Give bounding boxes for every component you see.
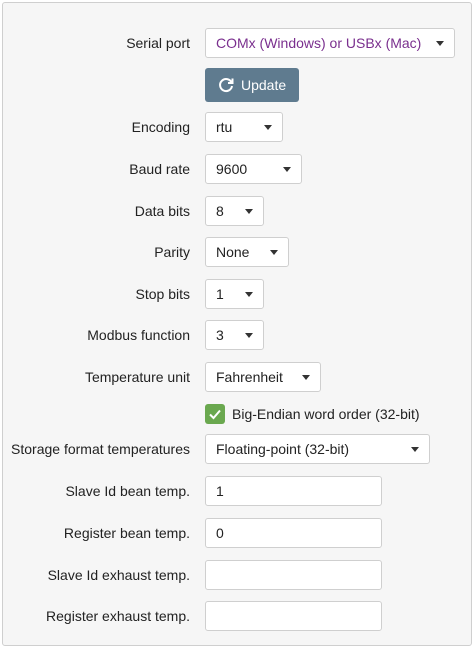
parity-row: Parity None [3,237,471,267]
baud-rate-row: Baud rate 9600 [3,154,471,184]
serial-port-select[interactable]: COMx (Windows) or USBx (Mac) [205,28,455,58]
parity-value: None [216,244,250,260]
update-button-label: Update [241,77,287,93]
update-button[interactable]: Update [205,68,299,102]
stop-bits-row: Stop bits 1 [3,279,471,309]
register-bean-row: Register bean temp. 0 [3,518,471,548]
register-exhaust-row: Register exhaust temp. [3,601,471,631]
serial-port-value: COMx (Windows) or USBx (Mac) [216,35,422,51]
register-exhaust-label: Register exhaust temp. [46,608,190,624]
encoding-value: rtu [216,119,233,135]
encoding-select[interactable]: rtu [205,112,283,142]
storage-format-row: Storage format temperatures Floating-poi… [3,434,471,464]
chevron-down-icon [264,125,272,130]
checkmark-icon [209,409,221,420]
temperature-unit-select[interactable]: Fahrenheit [205,362,321,392]
register-exhaust-input[interactable] [205,601,382,631]
big-endian-label: Big-Endian word order (32-bit) [232,406,420,422]
data-bits-label: Data bits [134,203,190,219]
slave-id-bean-row: Slave Id bean temp. 1 [3,476,471,506]
temperature-unit-row: Temperature unit Fahrenheit [3,362,471,392]
slave-id-bean-label: Slave Id bean temp. [65,483,190,499]
chevron-down-icon [436,41,444,46]
chevron-down-icon [245,209,253,214]
chevron-down-icon [245,292,253,297]
storage-format-value: Floating-point (32-bit) [216,441,350,457]
encoding-row: Encoding rtu [3,112,471,142]
slave-id-bean-input[interactable]: 1 [205,476,382,506]
chevron-down-icon [245,333,253,338]
temperature-unit-value: Fahrenheit [216,369,283,385]
chevron-down-icon [270,250,278,255]
refresh-icon [219,78,234,93]
slave-id-bean-value: 1 [216,483,224,499]
data-bits-select[interactable]: 8 [205,196,264,226]
register-bean-value: 0 [216,525,224,541]
storage-format-label: Storage format temperatures [11,441,190,457]
stop-bits-select[interactable]: 1 [205,279,264,309]
storage-format-select[interactable]: Floating-point (32-bit) [205,434,430,464]
parity-label: Parity [154,244,190,260]
slave-id-exhaust-input[interactable] [205,560,382,590]
big-endian-checkbox[interactable] [205,404,225,424]
baud-rate-label: Baud rate [129,161,190,177]
slave-id-exhaust-row: Slave Id exhaust temp. [3,560,471,590]
stop-bits-value: 1 [216,286,224,302]
register-bean-input[interactable]: 0 [205,518,382,548]
data-bits-value: 8 [216,203,224,219]
slave-id-exhaust-label: Slave Id exhaust temp. [47,567,190,583]
modbus-function-label: Modbus function [87,327,190,343]
modbus-function-value: 3 [216,327,224,343]
settings-panel: Serial port COMx (Windows) or USBx (Mac)… [2,2,472,646]
parity-select[interactable]: None [205,237,289,267]
register-bean-label: Register bean temp. [63,525,190,541]
baud-rate-value: 9600 [216,161,248,177]
temperature-unit-label: Temperature unit [84,369,190,385]
chevron-down-icon [302,375,310,380]
modbus-function-select[interactable]: 3 [205,320,264,350]
baud-rate-select[interactable]: 9600 [205,154,302,184]
encoding-label: Encoding [131,119,190,135]
chevron-down-icon [411,447,419,452]
data-bits-row: Data bits 8 [3,196,471,226]
modbus-function-row: Modbus function 3 [3,320,471,350]
chevron-down-icon [283,167,291,172]
serial-port-row: Serial port COMx (Windows) or USBx (Mac) [3,28,471,58]
serial-port-label: Serial port [126,35,190,51]
stop-bits-label: Stop bits [135,286,190,302]
